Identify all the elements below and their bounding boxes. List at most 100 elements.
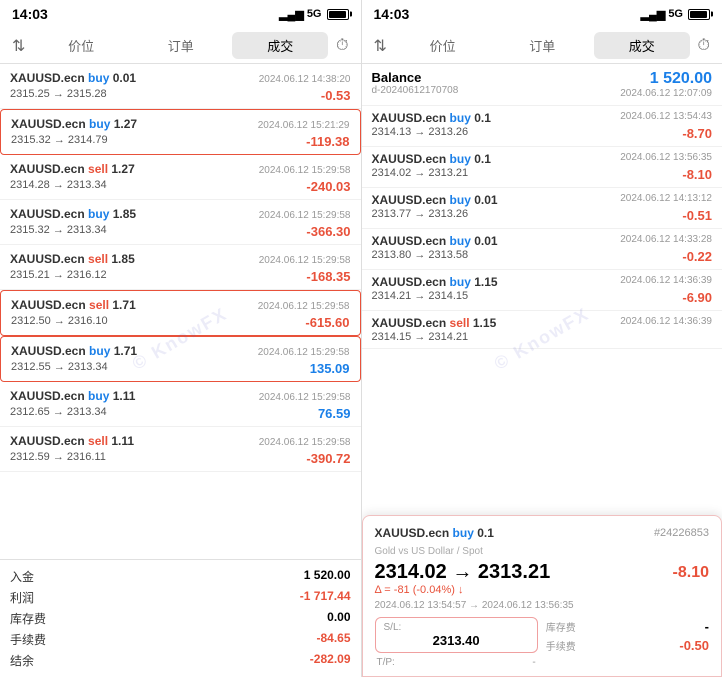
trade-pnl: -366.30 [306,224,350,239]
tab-chengjiao[interactable]: 成交 [232,32,328,59]
commission-value: -0.50 [679,638,709,653]
table-row[interactable]: XAUUSD.ecn buy 0.01 2024.06.12 14:13:12 … [362,188,722,229]
table-row[interactable]: XAUUSD.ecn buy 1.15 2024.06.12 14:36:39 … [362,270,722,311]
left-tab-bar: ⇅ 价位 订单 成交 ⏱ [0,28,361,64]
right-status-icons: ▂▄▆ 5G [641,8,710,21]
trade-date: 2024.06.12 15:21:29 [258,120,350,131]
left-status-icons: ▂▄▆ 5G [279,8,348,21]
footer-row-shouxufei: 手续费 -84.65 [10,629,351,650]
left-trade-list: XAUUSD.ecn buy 0.01 2024.06.12 14:38:20 … [0,64,361,559]
trade-symbol: XAUUSD.ecn buy 0.01 [372,234,498,248]
trade-price: 2312.55 → 2313.34 [11,361,108,376]
trade-price: 2312.65 → 2313.34 [10,406,107,421]
popup-price: 2314.02 → 2313.21 [375,561,551,584]
trade-symbol: XAUUSD.ecn sell 1.27 [10,162,135,176]
trade-symbol: XAUUSD.ecn buy 1.71 [11,344,137,358]
footer-row-kucunfei: 库存费 0.00 [10,608,351,629]
storage-value: - [705,619,709,634]
trade-symbol: XAUUSD.ecn sell 1.85 [10,252,135,266]
trade-price: 2312.50 → 2316.10 [11,315,108,330]
trade-pnl: -0.51 [682,208,712,223]
trade-pnl: -0.22 [682,249,712,264]
trade-price: 2315.32 → 2314.79 [11,134,108,149]
tab-dingdan[interactable]: 订单 [133,32,229,59]
trade-date: 2024.06.12 15:29:58 [258,301,350,312]
trade-price: 2315.25 → 2315.28 [10,88,107,103]
popup-pnl: -8.10 [673,564,709,582]
table-row[interactable]: XAUUSD.ecn buy 0.01 2024.06.12 14:33:28 … [362,229,722,270]
right-clock-icon[interactable]: ⏱ [694,35,714,57]
trade-detail-popup[interactable]: XAUUSD.ecn buy 0.1 #24226853 Gold vs US … [362,515,722,677]
trade-pnl: -8.10 [682,167,712,182]
right-network-type: 5G [668,8,683,20]
trade-price: 2315.32 → 2313.34 [10,224,107,239]
balance-row: Balance d-20240612170708 1 520.00 2024.0… [362,64,722,106]
table-row[interactable]: XAUUSD.ecn sell 1.85 2024.06.12 15:29:58… [0,245,361,290]
clock-icon[interactable]: ⏱ [332,35,352,57]
trade-pnl: 76.59 [318,406,351,421]
trade-date: 2024.06.12 14:36:39 [620,275,712,286]
table-row[interactable]: XAUUSD.ecn sell 1.27 2024.06.12 15:29:58… [0,155,361,200]
popup-fields: S/L: 2313.40 T/P: - 库存费 - 手续费 -0.50 [375,617,710,668]
trade-price: 2314.13 → 2313.26 [372,126,469,141]
footer-label: 结余 [10,652,34,669]
trade-date: 2024.06.12 15:29:58 [259,437,351,448]
sl-field[interactable]: S/L: 2313.40 [375,617,538,653]
popup-subtitle: Gold vs US Dollar / Spot [375,546,710,557]
footer-value: -282.09 [310,652,351,669]
trade-price: 2315.21 → 2316.12 [10,269,107,284]
right-signal-bars-icon: ▂▄▆ [641,8,666,21]
trade-date: 2024.06.12 15:29:58 [258,347,350,358]
sl-value: 2313.40 [384,633,529,648]
trade-pnl: -615.60 [305,315,349,330]
left-status-bar: 14:03 ▂▄▆ 5G [0,0,361,28]
table-row[interactable]: XAUUSD.ecn sell 1.71 2024.06.12 15:29:58… [0,290,361,336]
table-row[interactable]: XAUUSD.ecn buy 0.1 2024.06.12 13:54:43 2… [362,106,722,147]
left-time: 14:03 [12,6,48,22]
balance-id: d-20240612170708 [372,85,459,96]
table-row[interactable]: XAUUSD.ecn sell 1.15 2024.06.12 14:36:39… [362,311,722,349]
trade-date: 2024.06.12 14:33:28 [620,234,712,245]
sort-icon[interactable]: ⇅ [8,34,29,58]
trade-pnl: -168.35 [306,269,350,284]
footer-label: 手续费 [10,631,46,648]
footer-row-jieyu: 结余 -282.09 [10,650,351,671]
trade-date: 2024.06.12 14:38:20 [259,74,351,85]
table-row[interactable]: XAUUSD.ecn buy 1.85 2024.06.12 15:29:58 … [0,200,361,245]
right-trade-list: XAUUSD.ecn buy 0.1 2024.06.12 13:54:43 2… [362,106,722,386]
network-type: 5G [307,8,322,20]
table-row[interactable]: XAUUSD.ecn buy 1.11 2024.06.12 15:29:58 … [0,382,361,427]
table-row[interactable]: XAUUSD.ecn sell 1.11 2024.06.12 15:29:58… [0,427,361,472]
right-tab-dingdan[interactable]: 订单 [494,32,590,59]
left-footer-summary: 入金 1 520.00 利润 -1 717.44 库存费 0.00 手续费 -8… [0,559,361,677]
popup-id: #24226853 [654,527,709,539]
right-tab-chengjiao[interactable]: 成交 [594,32,690,59]
trade-date: 2024.06.12 15:29:58 [259,165,351,176]
trade-pnl: -390.72 [306,451,350,466]
right-sort-icon[interactable]: ⇅ [370,34,391,58]
tab-jiwei[interactable]: 价位 [33,32,129,59]
balance-value: 1 520.00 [620,70,712,88]
trade-date: 2024.06.12 13:54:43 [620,111,712,122]
table-row[interactable]: XAUUSD.ecn buy 1.71 2024.06.12 15:29:58 … [0,336,361,382]
trade-symbol: XAUUSD.ecn buy 1.85 [10,207,136,221]
trade-date: 2024.06.12 15:29:58 [259,255,351,266]
trade-date: 2024.06.12 13:56:35 [620,152,712,163]
trade-date: 2024.06.12 15:29:58 [259,392,351,403]
footer-row-lirun: 利润 -1 717.44 [10,587,351,608]
battery-icon [327,9,349,20]
right-tab-jiwei[interactable]: 价位 [395,32,491,59]
storage-label: 库存费 [546,619,576,634]
table-row[interactable]: XAUUSD.ecn buy 1.27 2024.06.12 15:21:29 … [0,109,361,155]
trade-symbol: XAUUSD.ecn sell 1.71 [11,298,136,312]
trade-price: 2313.80 → 2313.58 [372,249,469,264]
footer-value: 1 520.00 [304,568,351,585]
sl-label: S/L: [384,622,529,633]
footer-label: 利润 [10,589,34,606]
trade-symbol: XAUUSD.ecn buy 1.11 [10,389,135,403]
trade-symbol: XAUUSD.ecn sell 1.15 [372,316,497,330]
footer-value: 0.00 [327,610,350,627]
table-row[interactable]: XAUUSD.ecn buy 0.01 2024.06.12 14:38:20 … [0,64,361,109]
table-row[interactable]: XAUUSD.ecn buy 0.1 2024.06.12 13:56:35 2… [362,147,722,188]
popup-header: XAUUSD.ecn buy 0.1 #24226853 [375,524,710,542]
